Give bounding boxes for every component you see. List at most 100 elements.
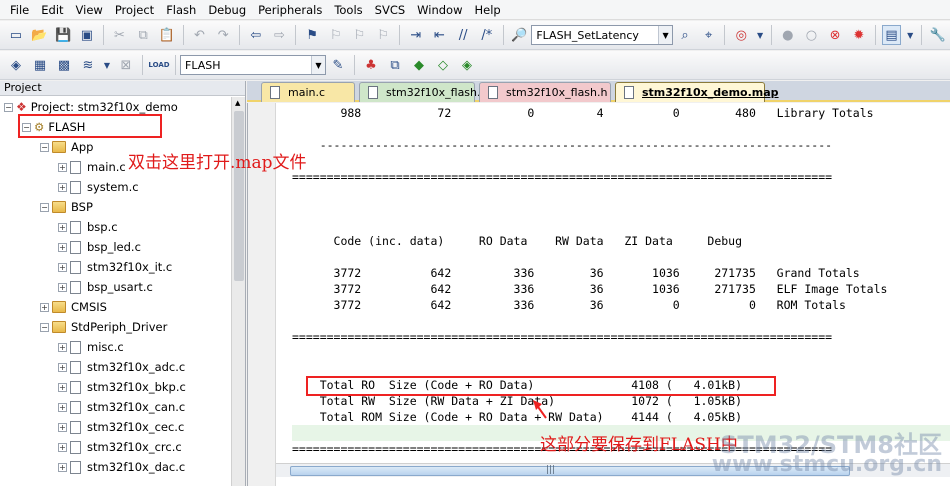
navigate-forward-icon[interactable]: ⇨ [270,25,290,45]
breakpoint-disable-icon[interactable]: ○ [802,25,822,45]
tree-file[interactable]: + stm32f10x_cec.c [58,417,184,437]
tree-group-bsp[interactable]: − BSP [40,197,93,217]
save-icon[interactable]: 💾 [53,25,73,45]
scroll-up-icon[interactable]: ▲ [235,99,240,107]
expand-icon[interactable]: + [58,402,67,412]
comment-icon[interactable]: // [453,25,473,45]
chevron-down-icon[interactable]: ▼ [755,25,765,45]
menu-item-view[interactable]: View [70,0,109,20]
expand-icon[interactable]: + [58,382,67,392]
uncomment-icon[interactable]: /* [477,25,497,45]
tab-stm32f10x_demo-map[interactable]: stm32f10x_demo.map [615,82,779,102]
load-download-icon[interactable]: LOAD [148,55,169,75]
scrollbar-thumb[interactable] [234,111,244,281]
function-combo[interactable]: FLASH_SetLatency ▼ [531,25,674,45]
bookmark-next-icon[interactable]: ⚐ [350,25,370,45]
tab-main-c[interactable]: main.c [261,82,355,102]
paste-icon[interactable]: 📋 [157,25,177,45]
find-in-files-icon[interactable]: 🔎 [510,25,530,45]
tree-file[interactable]: + bsp.c [58,217,118,237]
chevron-down-icon[interactable]: ▼ [658,26,673,44]
menu-item-peripherals[interactable]: Peripherals [252,0,328,20]
menu-item-help[interactable]: Help [469,0,507,20]
tree-group-stdperiph_driver[interactable]: − StdPeriph_Driver [40,317,167,337]
tree-file[interactable]: + stm32f10x_adc.c [58,357,185,377]
stop-build-icon[interactable]: ⊠ [116,55,136,75]
breakpoint-icon[interactable]: ● [778,25,798,45]
expand-icon[interactable]: + [58,282,67,292]
menu-item-project[interactable]: Project [109,0,160,20]
menu-item-file[interactable]: File [4,0,35,20]
tree-file[interactable]: + stm32f10x_dac.c [58,457,185,477]
menu-item-svcs[interactable]: SVCS [369,0,412,20]
breakpoint-kill-all-icon[interactable]: ✹ [849,25,869,45]
copy-icon[interactable]: ⧉ [133,25,153,45]
cut-icon[interactable]: ✂ [110,25,130,45]
navigate-back-icon[interactable]: ⇦ [246,25,266,45]
tab-stm32f10x_flash-c[interactable]: stm32f10x_flash.c [359,82,487,102]
batch-build-icon[interactable]: ≋ [78,55,98,75]
collapse-icon[interactable]: − [4,102,13,112]
bookmark-icon[interactable]: ⚑ [302,25,322,45]
expand-icon[interactable]: + [58,262,67,272]
bookmark-prev-icon[interactable]: ⚐ [326,25,346,45]
menu-item-edit[interactable]: Edit [35,0,69,20]
file-extensions-icon[interactable]: ⧉ [385,55,405,75]
chevron-down-icon[interactable]: ▼ [311,56,325,74]
target-combo[interactable]: FLASH ▼ [180,55,326,75]
tree-group-cmsis[interactable]: + CMSIS [40,297,107,317]
tree-file[interactable]: + stm32f10x_crc.c [58,437,182,457]
collapse-icon[interactable]: − [40,202,49,212]
find-icon[interactable]: ⌕ [675,25,695,45]
unindent-icon[interactable]: ⇤ [430,25,450,45]
tree-file[interactable]: + system.c [58,177,139,197]
expand-icon[interactable]: + [58,422,67,432]
manage-components-icon[interactable]: ♣ [361,55,381,75]
configure-icon[interactable]: 🔧 [928,25,948,45]
expand-icon[interactable]: + [40,302,49,312]
open-folder-icon[interactable]: 📂 [30,25,50,45]
expand-icon[interactable]: + [58,462,67,472]
expand-icon[interactable]: + [58,222,67,232]
pack-installer-icon[interactable]: ◇ [433,55,453,75]
tree-file[interactable]: + stm32f10x_can.c [58,397,185,417]
indent-icon[interactable]: ⇥ [406,25,426,45]
new-file-icon[interactable]: ▭ [6,25,26,45]
chevron-down-icon[interactable]: ▼ [905,25,915,45]
tree-file[interactable]: + stm32f10x_bkp.c [58,377,186,397]
menu-item-debug[interactable]: Debug [202,0,252,20]
redo-icon[interactable]: ↷ [213,25,233,45]
collapse-icon[interactable]: − [40,142,49,152]
expand-icon[interactable]: + [58,162,67,172]
debug-session-icon[interactable]: ◎ [731,25,751,45]
expand-icon[interactable]: + [58,362,67,372]
menu-item-tools[interactable]: Tools [328,0,368,20]
chevron-down-icon[interactable]: ▼ [102,55,112,75]
tree-group-app[interactable]: − App [40,137,93,157]
undo-icon[interactable]: ↶ [190,25,210,45]
select-packs-icon[interactable]: ◆ [409,55,429,75]
menu-item-flash[interactable]: Flash [160,0,202,20]
collapse-icon[interactable]: − [40,322,49,332]
breakpoint-disable-all-icon[interactable]: ⊗ [825,25,845,45]
incremental-find-icon[interactable]: ⌖ [699,25,719,45]
bookmark-clear-icon[interactable]: ⚐ [373,25,393,45]
tab-stm32f10x_flash-h[interactable]: stm32f10x_flash.h [479,82,611,102]
tree-file[interactable]: + bsp_led.c [58,237,141,257]
translate-icon[interactable]: ◈ [6,55,26,75]
menu-item-window[interactable]: Window [411,0,468,20]
rte-icon[interactable]: ◈ [457,55,477,75]
build-icon[interactable]: ▦ [30,55,50,75]
tree-file[interactable]: + stm32f10x_it.c [58,257,172,277]
expand-icon[interactable]: + [58,242,67,252]
window-layout-icon[interactable]: ▤ [881,25,902,45]
tree-file[interactable]: + bsp_usart.c [58,277,153,297]
rebuild-icon[interactable]: ▩ [54,55,74,75]
target-options-icon[interactable]: ✎ [328,55,348,75]
expand-icon[interactable]: + [58,182,67,192]
save-all-icon[interactable]: ▣ [77,25,97,45]
tree-file[interactable]: + main.c [58,157,126,177]
tree-file[interactable]: + misc.c [58,337,124,357]
expand-icon[interactable]: + [58,442,67,452]
expand-icon[interactable]: + [58,342,67,352]
